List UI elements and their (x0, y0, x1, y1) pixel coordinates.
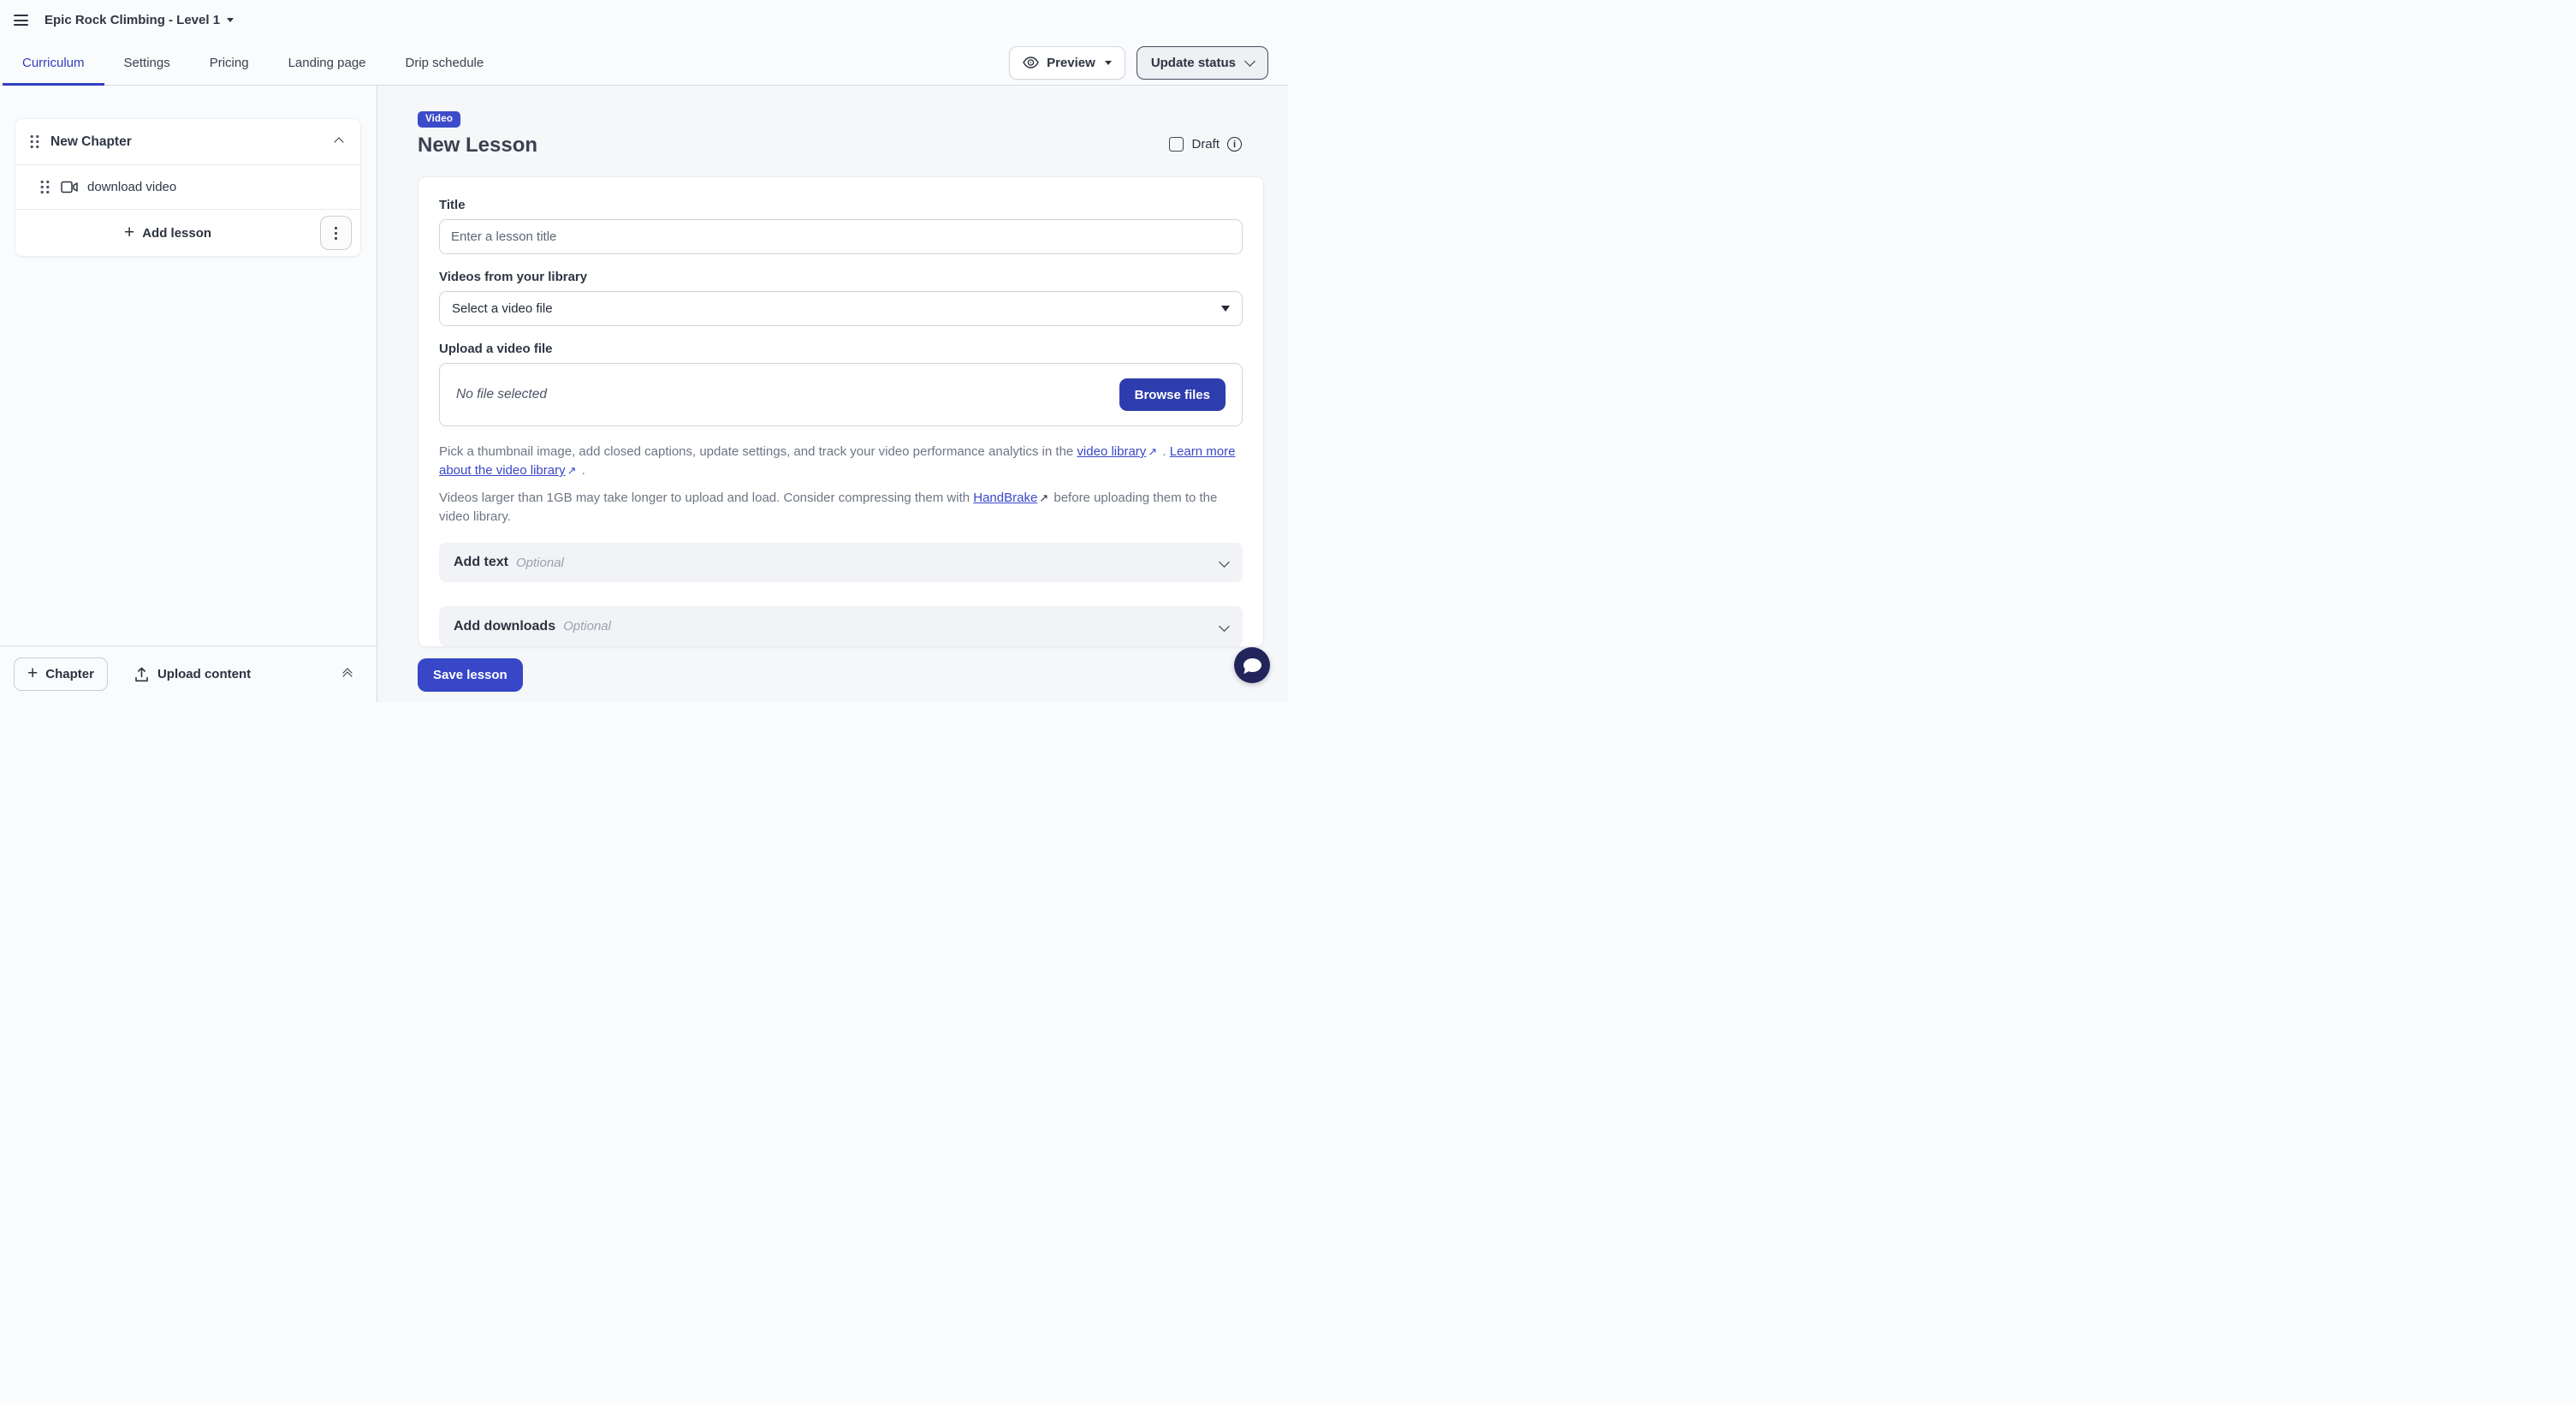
lesson-title-input[interactable] (439, 219, 1243, 254)
title-field-label: Title (439, 198, 1243, 213)
add-downloads-optional-hint: Optional (563, 619, 611, 634)
no-file-text: No file selected (456, 387, 547, 402)
hamburger-menu-icon[interactable] (14, 15, 28, 26)
video-library-select[interactable]: Select a video file (439, 291, 1243, 326)
collapse-chapter-chevron-icon[interactable] (332, 131, 346, 153)
page-title: New Lesson (418, 134, 1264, 157)
course-dropdown-caret-icon[interactable] (227, 18, 234, 22)
draft-checkbox[interactable] (1169, 137, 1184, 152)
course-title[interactable]: Epic Rock Climbing - Level 1 (45, 13, 220, 27)
chevron-down-icon (1244, 56, 1255, 67)
tab-settings[interactable]: Settings (104, 40, 190, 85)
help-text-part: Videos larger than 1GB may take longer t… (439, 491, 973, 505)
preview-caret-icon (1105, 61, 1112, 65)
preview-button[interactable]: Preview (1009, 46, 1125, 80)
upload-field-label: Upload a video file (439, 342, 1243, 357)
chat-bubble-icon (1243, 658, 1261, 672)
select-caret-icon (1221, 306, 1230, 312)
info-icon[interactable]: i (1227, 137, 1242, 152)
lesson-form-card: Title Videos from your library Select a … (418, 176, 1264, 647)
update-status-button[interactable]: Update status (1137, 46, 1268, 80)
tab-landing-page[interactable]: Landing page (269, 40, 386, 85)
tab-drip-schedule[interactable]: Drip schedule (386, 40, 504, 85)
external-link-arrow-icon: ↗ (1148, 443, 1157, 461)
top-actions: Preview Update status (1009, 40, 1268, 85)
draft-label: Draft (1191, 137, 1220, 152)
lesson-row[interactable]: download video (15, 165, 360, 210)
top-bar: Epic Rock Climbing - Level 1 (0, 0, 1288, 40)
sidebar-footer: + Chapter Upload content (0, 645, 377, 702)
draft-toggle-group: Draft i (1169, 137, 1242, 152)
chapter-title: New Chapter (50, 134, 132, 150)
external-link-arrow-icon: ↗ (1039, 489, 1048, 508)
help-text-part: Pick a thumbnail image, add closed capti… (439, 444, 1077, 459)
chat-widget-button[interactable] (1234, 647, 1270, 683)
video-library-select-value: Select a video file (452, 301, 553, 316)
tab-bar: Curriculum Settings Pricing Landing page… (0, 40, 1288, 86)
help-text-part: . (579, 463, 585, 478)
upload-content-button[interactable]: Upload content (129, 666, 256, 683)
tab-pricing[interactable]: Pricing (190, 40, 269, 85)
lesson-editor-main: Video New Lesson Draft i Title Videos fr… (377, 86, 1288, 702)
upload-content-label: Upload content (157, 667, 251, 681)
video-camera-icon (61, 181, 78, 193)
add-downloads-label: Add downloads (454, 619, 555, 634)
video-library-help-text: Pick a thumbnail image, add closed capti… (439, 443, 1243, 480)
video-library-link[interactable]: video library (1077, 444, 1146, 459)
update-status-label: Update status (1151, 56, 1236, 70)
file-upload-dropzone[interactable]: No file selected Browse files (439, 363, 1243, 426)
drag-handle-icon[interactable] (30, 134, 39, 149)
add-downloads-section[interactable]: Add downloads Optional (439, 606, 1243, 646)
upload-icon (134, 667, 149, 682)
help-text-part: . (1159, 444, 1170, 459)
add-text-optional-hint: Optional (516, 556, 564, 570)
plus-icon: + (27, 664, 38, 682)
add-lesson-label: Add lesson (142, 226, 211, 241)
title-field-group: Title (439, 198, 1243, 254)
external-link-arrow-icon: ↗ (567, 461, 577, 480)
add-text-section[interactable]: Add text Optional (439, 543, 1243, 582)
browse-files-button[interactable]: Browse files (1119, 378, 1226, 411)
drag-handle-icon[interactable] (40, 180, 50, 194)
add-chapter-label: Chapter (45, 667, 94, 681)
add-lesson-button[interactable]: + Add lesson (15, 224, 320, 242)
lesson-title: download video (87, 180, 176, 194)
add-lesson-row: + Add lesson (15, 210, 360, 256)
compression-help-text: Videos larger than 1GB may take longer t… (439, 489, 1243, 526)
video-library-label: Videos from your library (439, 270, 1243, 285)
chapter-card: New Chapter download vid (15, 118, 361, 257)
chapter-kebab-menu-button[interactable] (320, 216, 352, 250)
save-lesson-button[interactable]: Save lesson (418, 658, 523, 692)
add-text-label: Add text (454, 555, 508, 570)
handbrake-link[interactable]: HandBrake (973, 491, 1037, 505)
tab-curriculum[interactable]: Curriculum (3, 40, 104, 85)
chapter-header-row[interactable]: New Chapter (15, 119, 360, 165)
chevron-down-icon (1220, 555, 1228, 570)
video-library-group: Videos from your library Select a video … (439, 270, 1243, 326)
plus-icon: + (124, 223, 134, 241)
preview-button-label: Preview (1047, 56, 1095, 70)
upload-field-group: Upload a video file No file selected Bro… (439, 342, 1243, 426)
curriculum-sidebar: New Chapter download vid (0, 86, 377, 702)
eye-icon (1023, 57, 1039, 68)
chevron-down-icon (1220, 619, 1228, 634)
lesson-type-badge: Video (418, 111, 460, 128)
lesson-heading: Video New Lesson Draft i (418, 110, 1264, 157)
collapse-all-chevrons-icon[interactable] (344, 669, 351, 680)
add-chapter-button[interactable]: + Chapter (14, 657, 108, 691)
